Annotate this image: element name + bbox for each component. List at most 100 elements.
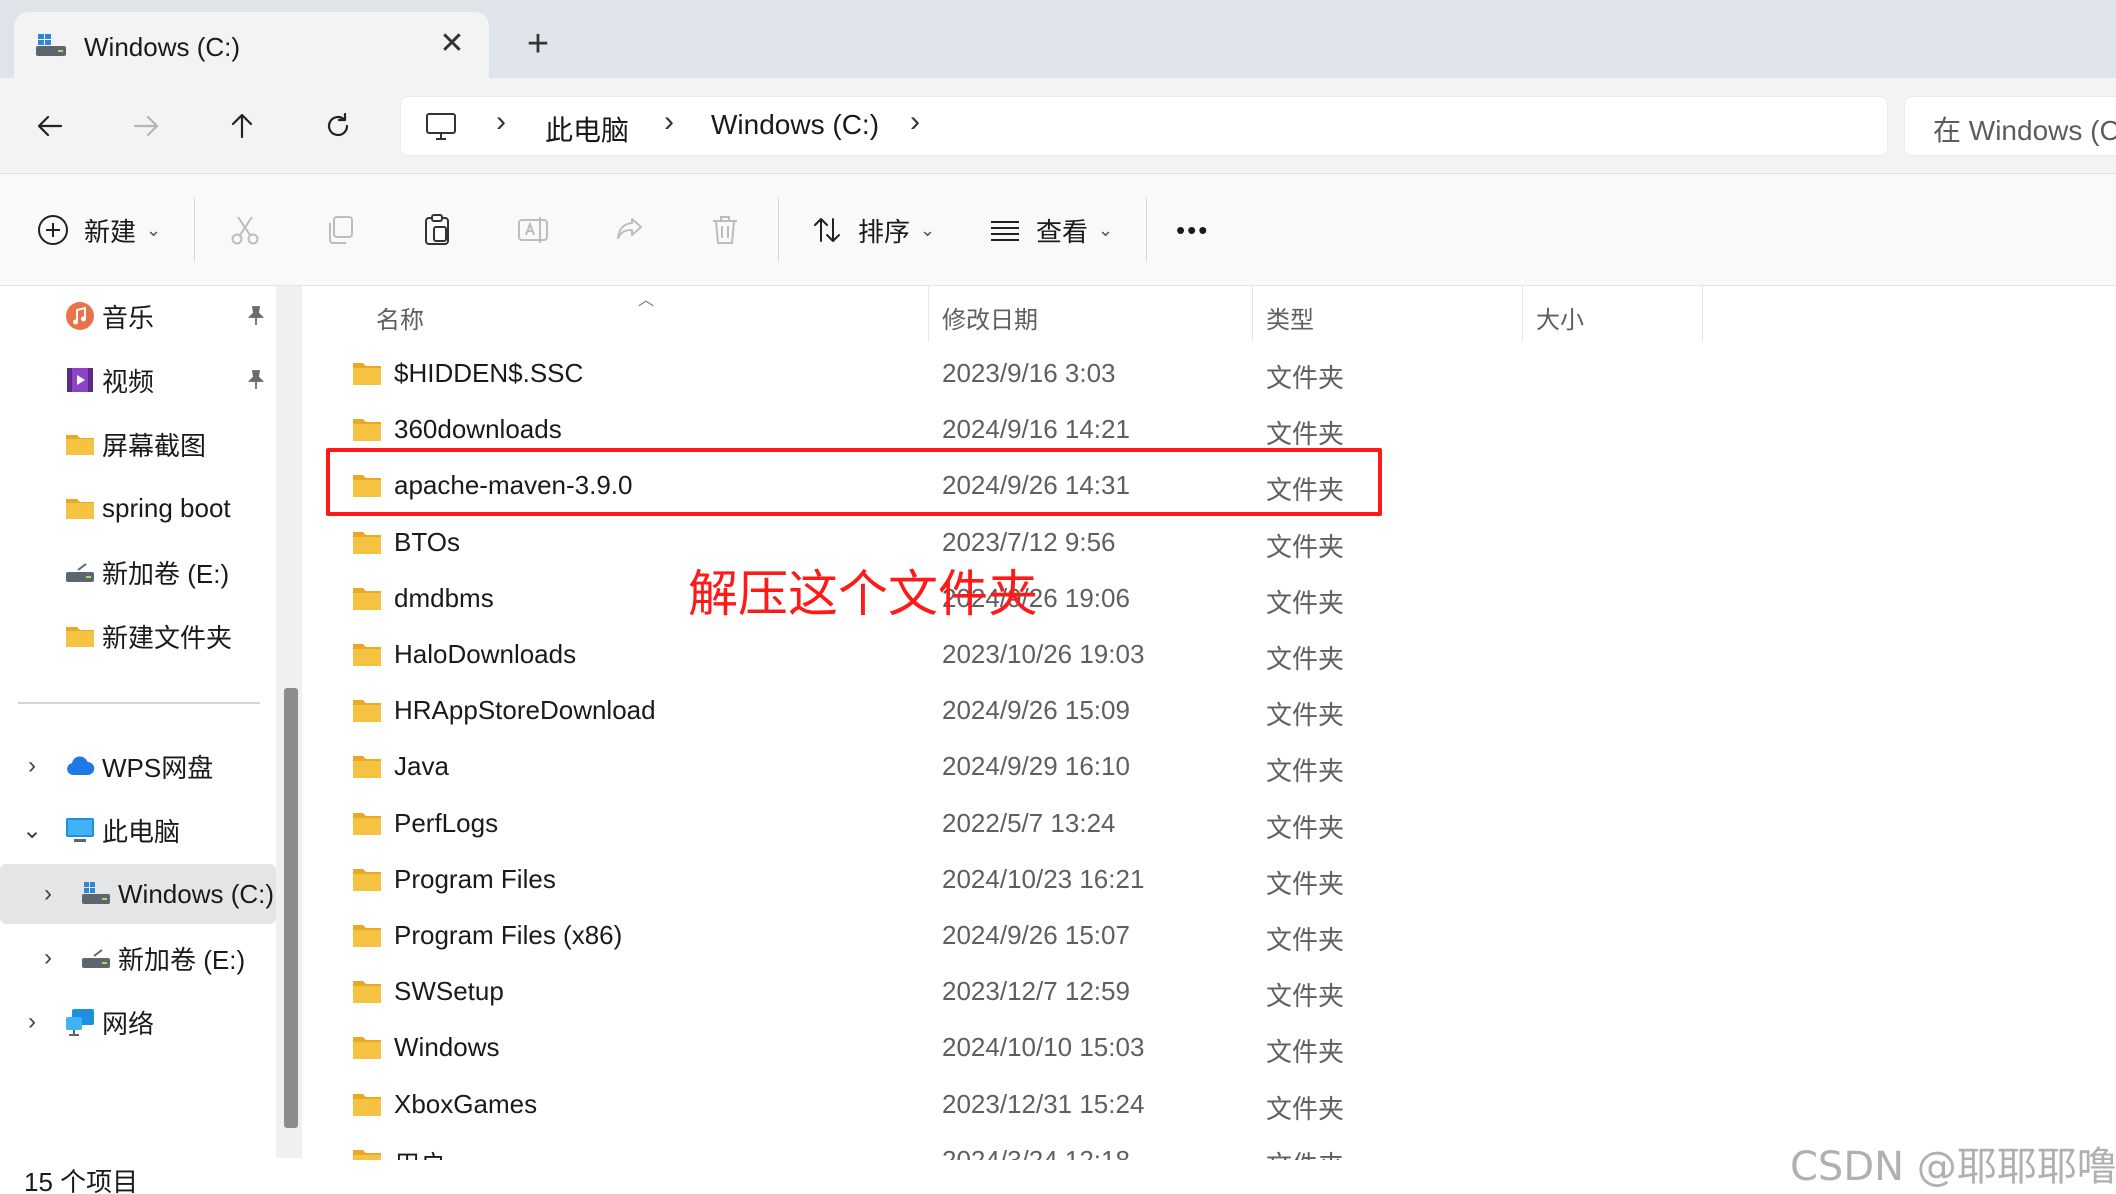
watermark: CSDN @耶耶耶噜 xyxy=(1790,1144,2116,1190)
file-row[interactable]: $HIDDEN$.SSC 2023/9/16 3:03 文件夹 xyxy=(334,348,1694,404)
sidebar-item-screenshots[interactable]: 屏幕截图 xyxy=(0,414,276,474)
file-type: 文件夹 xyxy=(1266,644,1345,674)
navigation-pane: 音乐 视频 屏幕截图 spring boot 新加卷 (E:) 新建文件夹 › … xyxy=(0,286,310,1158)
tab-windows-c[interactable]: Windows (C:) ✕ xyxy=(14,12,489,78)
paste-button[interactable] xyxy=(420,198,454,262)
breadcrumb-separator[interactable]: › xyxy=(657,105,681,139)
file-row[interactable]: Java 2024/9/29 16:10 文件夹 xyxy=(334,741,1694,797)
file-name: Java xyxy=(394,751,449,782)
sidebar-item-videos[interactable]: 视频 xyxy=(0,350,276,410)
folder-icon xyxy=(353,587,381,610)
file-type: 文件夹 xyxy=(1266,868,1345,899)
sidebar-item-windows-c[interactable]: › Windows (C:) xyxy=(0,864,276,924)
back-button[interactable] xyxy=(22,102,78,150)
sidebar-item-label: 新加卷 (E:) xyxy=(118,944,246,975)
sidebar-item-drive-e[interactable]: 新加卷 (E:) xyxy=(0,542,276,602)
scissors-icon xyxy=(231,216,259,245)
forward-button[interactable] xyxy=(118,102,174,150)
refresh-button[interactable] xyxy=(310,102,366,150)
file-name: Program Files (x86) xyxy=(394,920,623,950)
sort-button-label: 排序 xyxy=(858,216,911,247)
file-row[interactable]: Program Files (x86) 2024/9/26 15:07 文件夹 xyxy=(334,910,1694,966)
sidebar-item-spring-boot[interactable]: spring boot xyxy=(0,478,276,538)
pin-icon[interactable] xyxy=(244,368,268,392)
new-tab-button[interactable]: + xyxy=(520,25,556,63)
column-header-size[interactable]: 大小 xyxy=(1536,300,1584,344)
file-name: HRAppStoreDownload xyxy=(394,695,656,726)
file-row[interactable]: Windows 2024/10/10 15:03 文件夹 xyxy=(334,1022,1694,1078)
copy-button[interactable] xyxy=(324,198,358,262)
sidebar-scrollbar-thumb[interactable] xyxy=(284,688,298,1128)
address-bar[interactable]: › 此电脑 › Windows (C:) › xyxy=(400,96,1888,156)
up-button[interactable] xyxy=(214,102,270,150)
arrow-left-icon xyxy=(37,115,63,137)
view-list-icon xyxy=(991,221,1019,241)
sidebar-item-music[interactable]: 音乐 xyxy=(0,286,276,346)
annotation-text: 解压这个文件夹 xyxy=(688,565,1038,623)
chevron-right-icon[interactable]: › xyxy=(36,944,60,972)
sidebar-item-label: Windows (C:) xyxy=(118,878,275,909)
column-header-name[interactable]: 名称 xyxy=(376,300,424,344)
folder-icon xyxy=(66,627,94,647)
windows-drive-icon xyxy=(82,882,110,904)
breadcrumb-windows-c[interactable]: Windows (C:) xyxy=(711,109,879,141)
file-modified-date: 2023/12/7 12:59 xyxy=(942,976,1130,1007)
folder-icon xyxy=(353,700,381,723)
sidebar-item-label: 新建文件夹 xyxy=(102,622,233,653)
file-modified-date: 2022/5/7 13:24 xyxy=(942,807,1116,838)
divider xyxy=(1146,198,1147,262)
sidebar-item-label: 网络 xyxy=(102,1008,155,1039)
tab-title: Windows (C:) xyxy=(84,32,241,62)
cut-button[interactable] xyxy=(228,198,262,262)
chevron-down-icon[interactable]: ⌄ xyxy=(20,816,44,845)
copy-icon xyxy=(329,216,353,244)
chevron-right-icon[interactable]: › xyxy=(36,880,60,908)
close-tab-button[interactable]: ✕ xyxy=(434,26,470,62)
column-separator[interactable] xyxy=(1702,286,1703,342)
sidebar-item-this-pc[interactable]: ⌄ 此电脑 xyxy=(0,800,276,860)
more-options-button[interactable]: ••• xyxy=(1176,198,1209,262)
pc-icon xyxy=(426,113,456,140)
breadcrumb-separator[interactable]: › xyxy=(903,105,927,139)
share-button[interactable] xyxy=(612,198,646,262)
column-header-type[interactable]: 类型 xyxy=(1266,300,1314,344)
column-header-modified[interactable]: 修改日期 xyxy=(942,300,1038,344)
file-name: BTOs xyxy=(394,526,460,557)
file-modified-date: 2023/7/12 9:56 xyxy=(942,526,1116,557)
arrow-up-icon xyxy=(231,113,253,139)
file-row[interactable]: XboxGames 2023/12/31 15:24 文件夹 xyxy=(334,1079,1694,1135)
sidebar-item-new-folder[interactable]: 新建文件夹 xyxy=(0,606,276,666)
breadcrumb-separator[interactable]: › xyxy=(489,105,513,139)
sort-button[interactable]: 排序 ⌄ xyxy=(810,198,935,262)
file-modified-date: 2023/12/31 15:24 xyxy=(942,1088,1145,1119)
column-separator[interactable] xyxy=(1522,286,1523,342)
view-button[interactable]: 查看 ⌄ xyxy=(988,198,1113,262)
sidebar-item-drive-e[interactable]: › 新加卷 (E:) xyxy=(0,928,276,988)
file-row[interactable]: SWSetup 2023/12/7 12:59 文件夹 xyxy=(334,966,1694,1022)
chevron-right-icon[interactable]: › xyxy=(20,1008,44,1036)
file-row[interactable]: HRAppStoreDownload 2024/9/26 15:09 文件夹 xyxy=(334,685,1694,741)
file-name: PerfLogs xyxy=(394,807,499,838)
new-button[interactable]: 新建 ⌄ xyxy=(36,198,161,262)
rename-button[interactable] xyxy=(516,198,550,262)
pin-icon[interactable] xyxy=(244,304,268,328)
breadcrumb-this-pc[interactable]: 此电脑 xyxy=(545,109,629,149)
pc-icon xyxy=(66,818,94,842)
sidebar-item-network[interactable]: › 网络 xyxy=(0,992,276,1052)
file-row[interactable]: HaloDownloads 2023/10/26 19:03 文件夹 xyxy=(334,629,1694,685)
column-separator[interactable] xyxy=(1252,286,1253,342)
file-name: $HIDDEN$.SSC xyxy=(394,358,584,388)
sidebar-item-wps-cloud[interactable]: › WPS网盘 xyxy=(0,736,276,796)
chevron-right-icon[interactable]: › xyxy=(20,752,44,780)
delete-button[interactable] xyxy=(708,198,742,262)
divider xyxy=(778,198,779,262)
search-box[interactable]: 在 Windows (C xyxy=(1904,96,2116,156)
folder-icon xyxy=(66,499,94,519)
file-modified-date: 2024/9/26 15:07 xyxy=(942,920,1130,950)
divider xyxy=(18,702,260,704)
file-name: 360downloads xyxy=(394,414,562,445)
file-row[interactable]: PerfLogs 2022/5/7 13:24 文件夹 xyxy=(334,798,1694,854)
column-separator[interactable] xyxy=(928,286,929,342)
file-row[interactable]: Program Files 2024/10/23 16:21 文件夹 xyxy=(334,854,1694,910)
file-type: 文件夹 xyxy=(1266,981,1345,1012)
